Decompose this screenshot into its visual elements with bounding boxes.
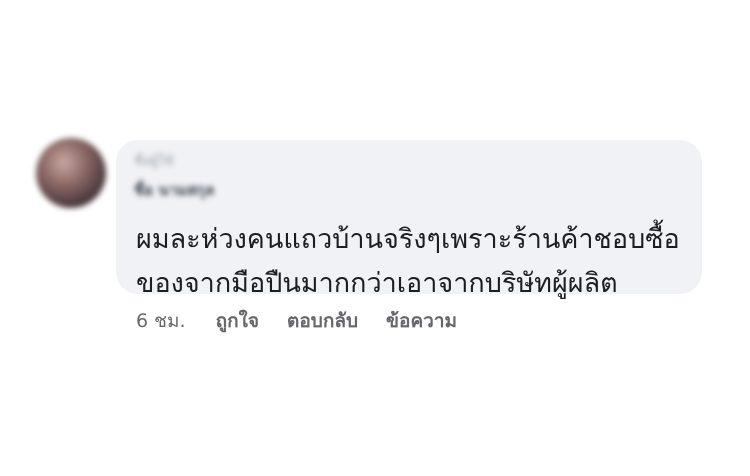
comment-bubble: ชื่อผู้ใช้ ชื่อ นามสกุล ผมละห่วงคนแถวบ้า… [116,140,702,299]
comment-text: ผมละห่วงคนแถวบ้านจริงๆเพราะร้านค้าชอบซื้… [136,224,680,299]
comment: ชื่อผู้ใช้ ชื่อ นามสกุล ผมละห่วงคนแถวบ้า… [0,0,750,476]
like-button[interactable]: ถูกใจ [216,306,259,336]
avatar[interactable] [36,138,106,208]
reply-button[interactable]: ตอบกลับ [287,306,358,336]
author-meta: ชื่อผู้ใช้ [134,154,174,169]
message-button[interactable]: ข้อความ [386,306,457,336]
timestamp[interactable]: 6 ชม. [136,306,186,336]
comment-actions: 6 ชม. ถูกใจ ตอบกลับ ข้อความ [136,306,457,336]
author-name[interactable]: ชื่อ นามสกุล [134,178,214,202]
